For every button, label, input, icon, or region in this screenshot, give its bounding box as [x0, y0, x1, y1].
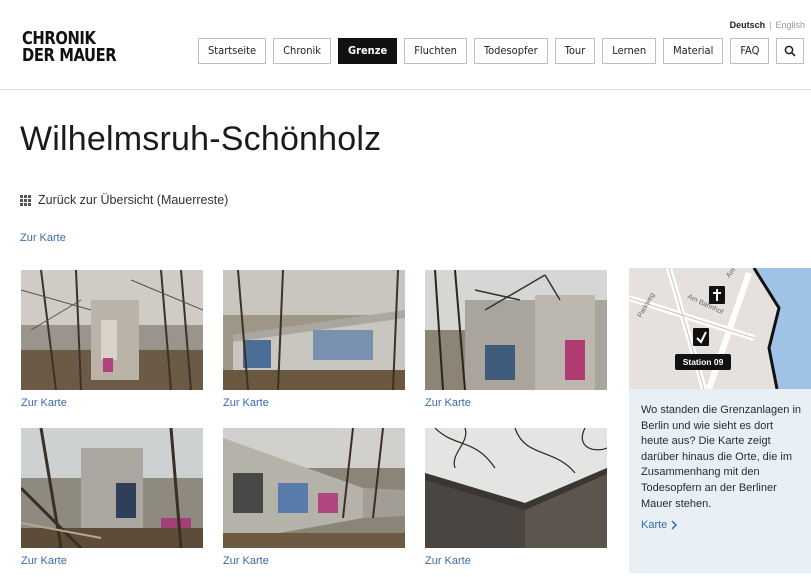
gallery-item[interactable]: Zur Karte — [223, 428, 405, 567]
lang-separator: | — [769, 20, 772, 30]
back-link-label: Zurück zur Übersicht (Mauerreste) — [38, 193, 229, 207]
search-button[interactable] — [776, 38, 805, 64]
station-label: Station 09 — [683, 357, 724, 367]
site-logo[interactable]: CHRONIK DER MAUER — [22, 30, 117, 66]
photo-gallery: Zur Karte Zur Karte Zur Karte Zur Karte … — [21, 270, 611, 570]
gallery-photo[interactable] — [425, 270, 607, 390]
gallery-caption[interactable]: Zur Karte — [223, 397, 405, 409]
gallery-caption[interactable]: Zur Karte — [223, 555, 405, 567]
gallery-caption[interactable]: Zur Karte — [425, 397, 607, 409]
gallery-caption[interactable]: Zur Karte — [21, 397, 203, 409]
map-link-label: Karte — [641, 519, 668, 532]
lang-english[interactable]: English — [775, 20, 805, 30]
station-marker-icon[interactable] — [693, 328, 709, 346]
nav-lernen[interactable]: Lernen — [602, 38, 657, 64]
main-nav: Startseite Chronik Grenze Fluchten Todes… — [198, 38, 805, 64]
page-title: Wilhelmsruh-Schönholz — [20, 120, 382, 158]
gallery-photo[interactable] — [223, 428, 405, 548]
gallery-photo[interactable] — [425, 428, 607, 548]
gallery-item[interactable]: Zur Karte — [21, 428, 203, 567]
gallery-item[interactable]: Zur Karte — [21, 270, 203, 409]
back-to-overview-link[interactable]: Zurück zur Übersicht (Mauerreste) — [20, 193, 228, 207]
gallery-item[interactable]: Zur Karte — [425, 428, 607, 567]
nav-chronik[interactable]: Chronik — [273, 38, 331, 64]
nav-tour[interactable]: Tour — [554, 38, 596, 64]
gallery-caption[interactable]: Zur Karte — [21, 555, 203, 567]
map-preview[interactable]: Am Bahnhof Parkweg Am der Schönholzer He… — [629, 268, 811, 389]
map-info-box: Wo standen die Grenzanlagen in Berlin un… — [629, 389, 811, 573]
logo-line-2: DER MAUER — [22, 45, 117, 66]
grid-icon — [20, 194, 31, 206]
map-link-button[interactable]: Karte — [641, 519, 801, 531]
language-switcher: Deutsch | English — [730, 20, 805, 30]
nav-startseite[interactable]: Startseite — [198, 38, 267, 64]
map-info-text: Wo standen die Grenzanlagen in Berlin un… — [641, 404, 802, 510]
nav-fluchten[interactable]: Fluchten — [404, 38, 467, 64]
nav-grenze[interactable]: Grenze — [337, 38, 398, 64]
nav-faq[interactable]: FAQ — [730, 38, 770, 64]
map-teaser: Am Bahnhof Parkweg Am der Schönholzer He… — [629, 268, 811, 573]
lang-deutsch[interactable]: Deutsch — [730, 20, 766, 30]
gallery-item[interactable]: Zur Karte — [425, 270, 607, 409]
site-header: CHRONIK DER MAUER Deutsch | English Starts… — [0, 0, 811, 90]
gallery-photo[interactable] — [21, 270, 203, 390]
nav-todesopfer[interactable]: Todesopfer — [473, 38, 548, 64]
search-icon — [785, 45, 796, 57]
gallery-caption[interactable]: Zur Karte — [425, 555, 607, 567]
chevron-right-icon — [671, 520, 678, 530]
gallery-photo[interactable] — [223, 270, 405, 390]
nav-material[interactable]: Material — [663, 38, 724, 64]
gallery-item[interactable]: Zur Karte — [223, 270, 405, 409]
gallery-photo[interactable] — [21, 428, 203, 548]
map-link[interactable]: Zur Karte — [20, 232, 66, 244]
memorial-cross-icon[interactable] — [709, 286, 725, 304]
